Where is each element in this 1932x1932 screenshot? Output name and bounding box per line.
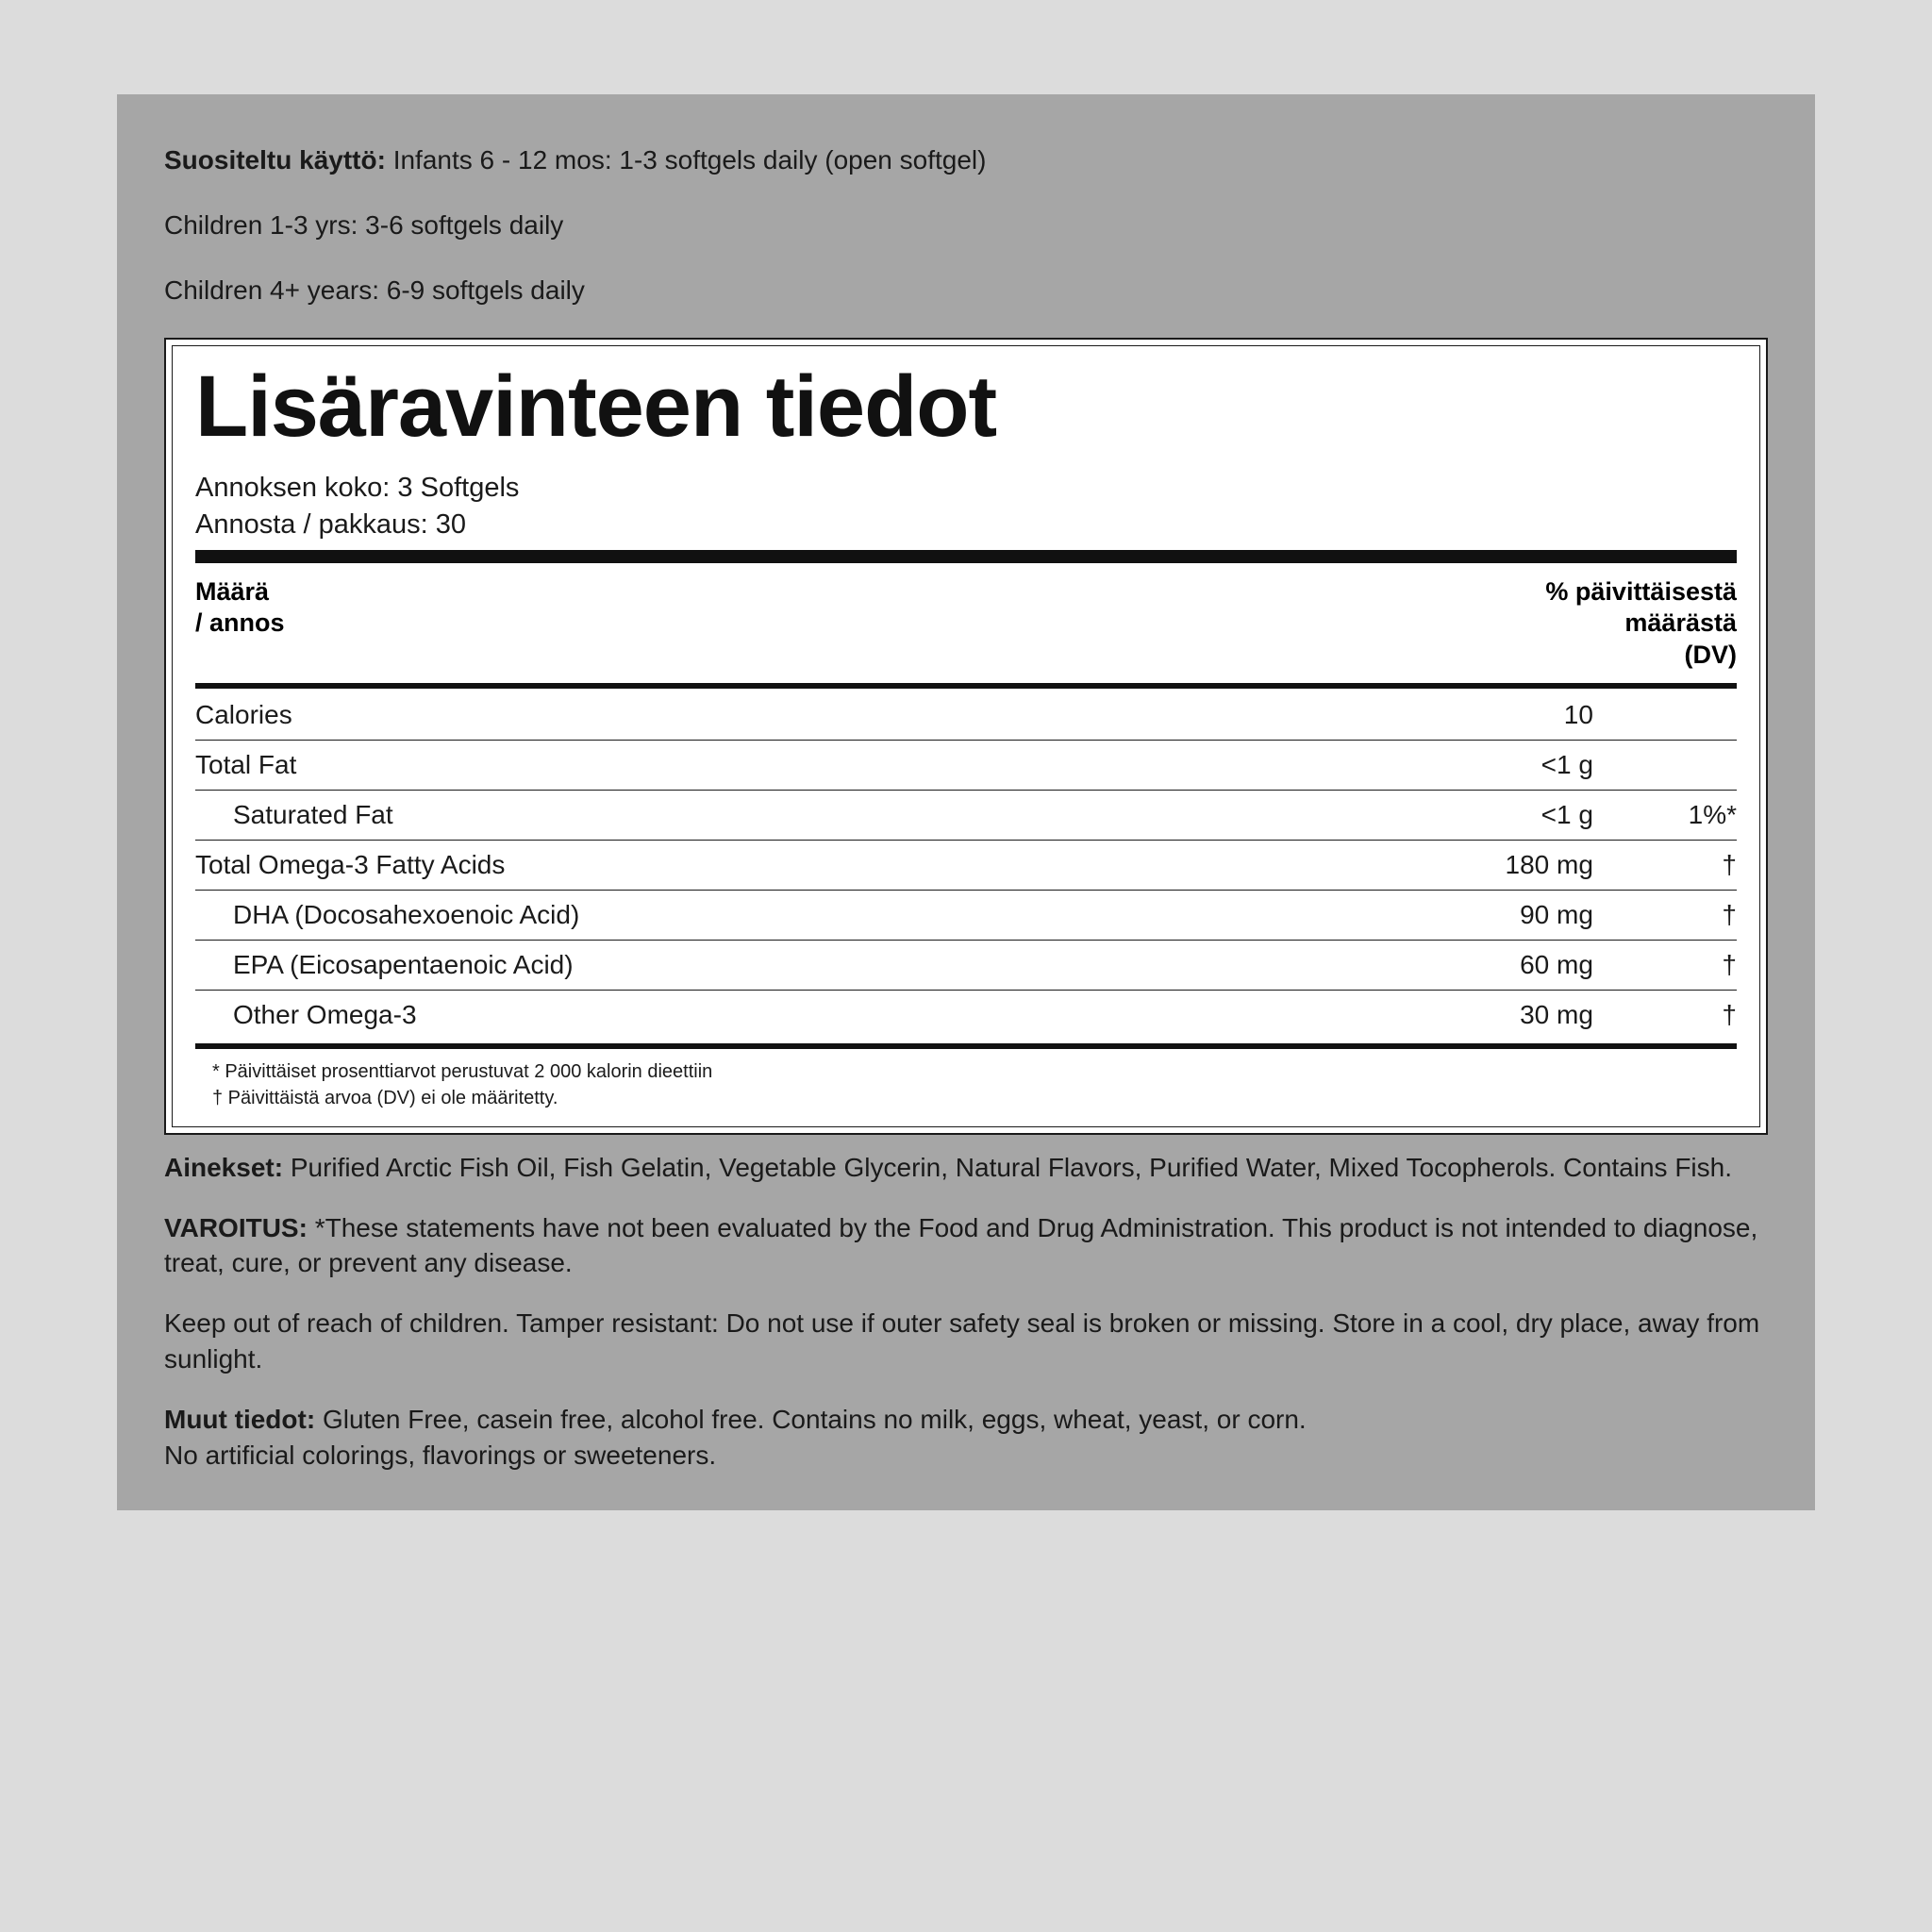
after-facts-block: Ainekset: Purified Arctic Fish Oil, Fish… bbox=[164, 1150, 1768, 1474]
nutrient-name: Total Omega-3 Fatty Acids bbox=[195, 840, 1332, 890]
nutrient-dv: † bbox=[1593, 890, 1737, 940]
nutrient-amount: 10 bbox=[1332, 691, 1592, 741]
nutrition-header-row: Määrä / annos % päivittäisestä määrästä … bbox=[195, 569, 1737, 679]
serving-size-line: Annoksen koko: 3 Softgels bbox=[195, 473, 1737, 504]
other-info-para: Muut tiedot: Gluten Free, casein free, a… bbox=[164, 1402, 1768, 1474]
thick-rule-top bbox=[195, 550, 1737, 563]
nutrient-name: Total Fat bbox=[195, 740, 1332, 790]
other-text-1: Gluten Free, casein free, alcohol free. … bbox=[323, 1405, 1307, 1434]
nutrient-name: Other Omega-3 bbox=[195, 990, 1332, 1040]
ingredients-label: Ainekset: bbox=[164, 1153, 283, 1182]
usage-line-1: Suositeltu käyttö: Infants 6 - 12 mos: 1… bbox=[164, 142, 1768, 178]
warning-label: VAROITUS: bbox=[164, 1213, 308, 1242]
med-rule-bottom bbox=[195, 1043, 1737, 1049]
header-dv: % päivittäisestä määrästä (DV) bbox=[1428, 569, 1737, 679]
med-rule-header bbox=[195, 683, 1737, 689]
storage-para: Keep out of reach of children. Tamper re… bbox=[164, 1306, 1768, 1377]
table-row: Saturated Fat<1 g1%* bbox=[195, 790, 1737, 840]
nutrient-amount: <1 g bbox=[1332, 740, 1592, 790]
footnotes: * Päivittäiset prosenttiarvot perustuvat… bbox=[195, 1051, 1737, 1113]
nutrition-rows: Calories10Total Fat<1 gSaturated Fat<1 g… bbox=[195, 691, 1737, 1040]
nutrient-dv: † bbox=[1593, 940, 1737, 990]
ingredients-text: Purified Arctic Fish Oil, Fish Gelatin, … bbox=[291, 1153, 1732, 1182]
warning-text: *These statements have not been evaluate… bbox=[164, 1213, 1757, 1278]
nutrient-name: Calories bbox=[195, 691, 1332, 741]
ingredients-para: Ainekset: Purified Arctic Fish Oil, Fish… bbox=[164, 1150, 1768, 1186]
table-row: DHA (Docosahexoenoic Acid)90 mg† bbox=[195, 890, 1737, 940]
usage-line-2: Children 1-3 yrs: 3-6 softgels daily bbox=[164, 207, 1768, 243]
nutrient-amount: 90 mg bbox=[1332, 890, 1592, 940]
nutrient-name: EPA (Eicosapentaenoic Acid) bbox=[195, 940, 1332, 990]
table-row: Other Omega-330 mg† bbox=[195, 990, 1737, 1040]
nutrition-table: Määrä / annos % päivittäisestä määrästä … bbox=[195, 569, 1737, 679]
suggested-use-block: Suositeltu käyttö: Infants 6 - 12 mos: 1… bbox=[164, 142, 1768, 309]
warning-para: VAROITUS: *These statements have not bee… bbox=[164, 1210, 1768, 1282]
table-row: Total Fat<1 g bbox=[195, 740, 1737, 790]
nutrient-amount: 30 mg bbox=[1332, 990, 1592, 1040]
nutrient-dv: † bbox=[1593, 990, 1737, 1040]
nutrient-dv: † bbox=[1593, 840, 1737, 890]
nutrient-dv bbox=[1593, 691, 1737, 741]
table-row: Total Omega-3 Fatty Acids180 mg† bbox=[195, 840, 1737, 890]
serving-size-label: Annoksen koko: bbox=[195, 473, 390, 503]
servings-value: 30 bbox=[436, 509, 466, 540]
table-row: Calories10 bbox=[195, 691, 1737, 741]
header-amount: Määrä / annos bbox=[195, 569, 1043, 679]
nutrient-amount: 180 mg bbox=[1332, 840, 1592, 890]
supplement-facts-inner: Lisäravinteen tiedot Annoksen koko: 3 So… bbox=[172, 345, 1760, 1127]
supplement-facts-box: Lisäravinteen tiedot Annoksen koko: 3 So… bbox=[164, 338, 1768, 1135]
usage-text-1: Infants 6 - 12 mos: 1-3 softgels daily (… bbox=[393, 145, 987, 175]
serving-size-value: 3 Softgels bbox=[397, 473, 519, 503]
usage-label: Suositeltu käyttö: bbox=[164, 145, 386, 175]
nutrient-name: DHA (Docosahexoenoic Acid) bbox=[195, 890, 1332, 940]
nutrient-dv bbox=[1593, 740, 1737, 790]
footnote-2: † Päivittäistä arvoa (DV) ei ole määrite… bbox=[212, 1085, 1737, 1111]
other-text-2: No artificial colorings, flavorings or s… bbox=[164, 1441, 716, 1470]
servings-per-line: Annosta / pakkaus: 30 bbox=[195, 509, 1737, 541]
usage-line-3: Children 4+ years: 6-9 softgels daily bbox=[164, 272, 1768, 308]
nutrient-dv: 1%* bbox=[1593, 790, 1737, 840]
table-row: EPA (Eicosapentaenoic Acid)60 mg† bbox=[195, 940, 1737, 990]
supplement-label-panel: Suositeltu käyttö: Infants 6 - 12 mos: 1… bbox=[117, 94, 1815, 1510]
servings-label: Annosta / pakkaus: bbox=[195, 509, 428, 540]
footnote-1: * Päivittäiset prosenttiarvot perustuvat… bbox=[212, 1058, 1737, 1085]
other-label: Muut tiedot: bbox=[164, 1405, 315, 1434]
nutrient-name: Saturated Fat bbox=[195, 790, 1332, 840]
header-blank bbox=[1043, 569, 1429, 679]
nutrient-amount: <1 g bbox=[1332, 790, 1592, 840]
nutrient-amount: 60 mg bbox=[1332, 940, 1592, 990]
facts-title: Lisäravinteen tiedot bbox=[195, 363, 1737, 450]
